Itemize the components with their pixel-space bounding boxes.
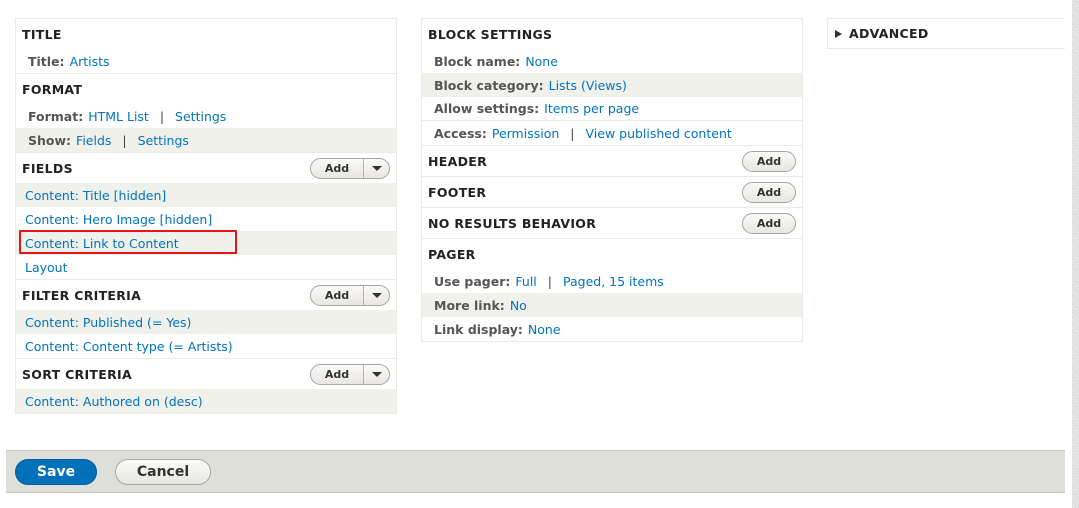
- pager-heading: PAGER: [428, 246, 476, 262]
- right-column: ADVANCED: [827, 18, 1065, 49]
- separator: |: [570, 125, 575, 141]
- sort-add-dropdown[interactable]: [363, 364, 389, 384]
- filter-item: Content: Published (= Yes): [16, 310, 396, 334]
- show-settings-link[interactable]: Settings: [138, 133, 189, 148]
- fields-heading: FIELDS: [22, 160, 73, 176]
- field-item: Content: Title [hidden]: [16, 183, 396, 207]
- sort-link-authored-on[interactable]: Content: Authored on (desc): [25, 394, 203, 409]
- sort-add-group: Add: [310, 363, 390, 385]
- allow-settings-label: Allow settings:: [434, 101, 540, 116]
- use-pager-link[interactable]: Full: [515, 274, 536, 289]
- show-row: Show: Fields | Settings: [16, 128, 396, 152]
- pager-section: PAGER Use pager: Full | Paged, 15 items …: [422, 239, 802, 341]
- link-display-link[interactable]: None: [528, 322, 561, 337]
- format-section: FORMAT Format: HTML List | Settings Show…: [16, 74, 396, 153]
- form-actions: Save Cancel: [6, 450, 1065, 493]
- block-category-label: Block category:: [434, 77, 544, 93]
- sort-item: Content: Authored on (desc): [16, 389, 396, 413]
- format-settings-link[interactable]: Settings: [175, 109, 226, 124]
- header-heading: HEADER: [428, 153, 488, 169]
- chevron-down-icon: [371, 371, 382, 377]
- middle-column: BLOCK SETTINGS Block name: None Block ca…: [421, 18, 803, 342]
- block-settings-section: BLOCK SETTINGS Block name: None Block ca…: [422, 19, 802, 146]
- fields-add-button[interactable]: Add: [311, 159, 363, 178]
- header-section: HEADER Add: [422, 146, 802, 177]
- no-results-add-button[interactable]: Add: [742, 212, 796, 234]
- field-link-title[interactable]: Content: Title [hidden]: [25, 188, 166, 203]
- filter-section: FILTER CRITERIA Add Content: Published (…: [16, 280, 396, 359]
- separator: |: [122, 132, 127, 148]
- link-display-row: Link display: None: [422, 317, 802, 341]
- show-label: Show:: [28, 132, 72, 148]
- scrollbar[interactable]: [1072, 0, 1079, 508]
- separator: |: [547, 273, 552, 289]
- fields-add-group: Add: [310, 157, 390, 179]
- no-results-heading: NO RESULTS BEHAVIOR: [428, 215, 597, 231]
- more-link-link[interactable]: No: [510, 298, 527, 313]
- filter-add-dropdown[interactable]: [363, 285, 389, 305]
- chevron-down-icon: [371, 292, 382, 298]
- access-settings-link[interactable]: View published content: [586, 126, 732, 141]
- block-name-row: Block name: None: [422, 49, 802, 73]
- filter-link-published[interactable]: Content: Published (= Yes): [25, 315, 191, 330]
- save-button[interactable]: Save: [15, 459, 97, 485]
- field-link-link-to-content[interactable]: Content: Link to Content: [25, 236, 179, 251]
- block-category-row: Block category: Lists (Views): [422, 73, 802, 97]
- use-pager-row: Use pager: Full | Paged, 15 items: [422, 269, 802, 293]
- no-results-section: NO RESULTS BEHAVIOR Add: [422, 208, 802, 239]
- pager-settings-link[interactable]: Paged, 15 items: [563, 274, 664, 289]
- filter-add-group: Add: [310, 284, 390, 306]
- left-column: TITLE Title: Artists FORMAT Format: HTML…: [15, 18, 397, 414]
- format-label: Format:: [28, 108, 84, 124]
- footer-section: FOOTER Add: [422, 177, 802, 208]
- title-heading: TITLE: [22, 26, 62, 42]
- use-pager-label: Use pager:: [434, 273, 511, 289]
- field-item: Content: Link to Content: [16, 231, 396, 255]
- title-value-link[interactable]: Artists: [70, 54, 110, 69]
- field-link-hero-image[interactable]: Content: Hero Image [hidden]: [25, 212, 212, 227]
- more-link-label: More link:: [434, 297, 505, 313]
- field-item: Content: Hero Image [hidden]: [16, 207, 396, 231]
- field-item: Layout: [16, 255, 396, 279]
- link-display-label: Link display:: [434, 321, 523, 337]
- cancel-button[interactable]: Cancel: [115, 459, 211, 485]
- filter-add-button[interactable]: Add: [311, 286, 363, 305]
- sort-section: SORT CRITERIA Add Content: Authored on (…: [16, 359, 396, 413]
- chevron-down-icon: [371, 165, 382, 171]
- format-row: Format: HTML List | Settings: [16, 104, 396, 128]
- sort-add-button[interactable]: Add: [311, 365, 363, 384]
- block-settings-heading: BLOCK SETTINGS: [428, 26, 553, 42]
- fields-add-dropdown[interactable]: [363, 158, 389, 178]
- block-name-link[interactable]: None: [525, 54, 558, 69]
- block-name-label: Block name:: [434, 53, 521, 69]
- allow-settings-link[interactable]: Items per page: [544, 101, 639, 116]
- triangle-right-icon: [835, 29, 842, 38]
- sort-heading: SORT CRITERIA: [22, 366, 132, 382]
- separator: |: [159, 108, 165, 124]
- header-add-button[interactable]: Add: [742, 150, 796, 172]
- field-link-layout[interactable]: Layout: [25, 260, 68, 275]
- footer-heading: FOOTER: [428, 184, 487, 200]
- footer-add-button[interactable]: Add: [742, 181, 796, 203]
- title-section: TITLE Title: Artists: [16, 19, 396, 74]
- show-value-link[interactable]: Fields: [76, 133, 111, 148]
- filter-heading: FILTER CRITERIA: [22, 287, 142, 303]
- title-label: Title:: [28, 53, 65, 69]
- filter-link-content-type[interactable]: Content: Content type (= Artists): [25, 339, 233, 354]
- access-label: Access:: [434, 125, 487, 141]
- block-category-link[interactable]: Lists (Views): [549, 78, 627, 93]
- more-link-row: More link: No: [422, 293, 802, 317]
- fields-section: FIELDS Add Content: Title [hidden] Conte…: [16, 153, 396, 280]
- advanced-toggle[interactable]: ADVANCED: [828, 19, 1065, 48]
- format-value-link[interactable]: HTML List: [88, 109, 149, 124]
- allow-settings-row: Allow settings: Items per page: [422, 97, 802, 121]
- title-row: Title: Artists: [16, 49, 396, 73]
- filter-item: Content: Content type (= Artists): [16, 334, 396, 358]
- format-heading: FORMAT: [22, 81, 83, 97]
- access-link[interactable]: Permission: [492, 126, 559, 141]
- access-row: Access: Permission | View published cont…: [422, 121, 802, 145]
- advanced-heading: ADVANCED: [849, 26, 929, 41]
